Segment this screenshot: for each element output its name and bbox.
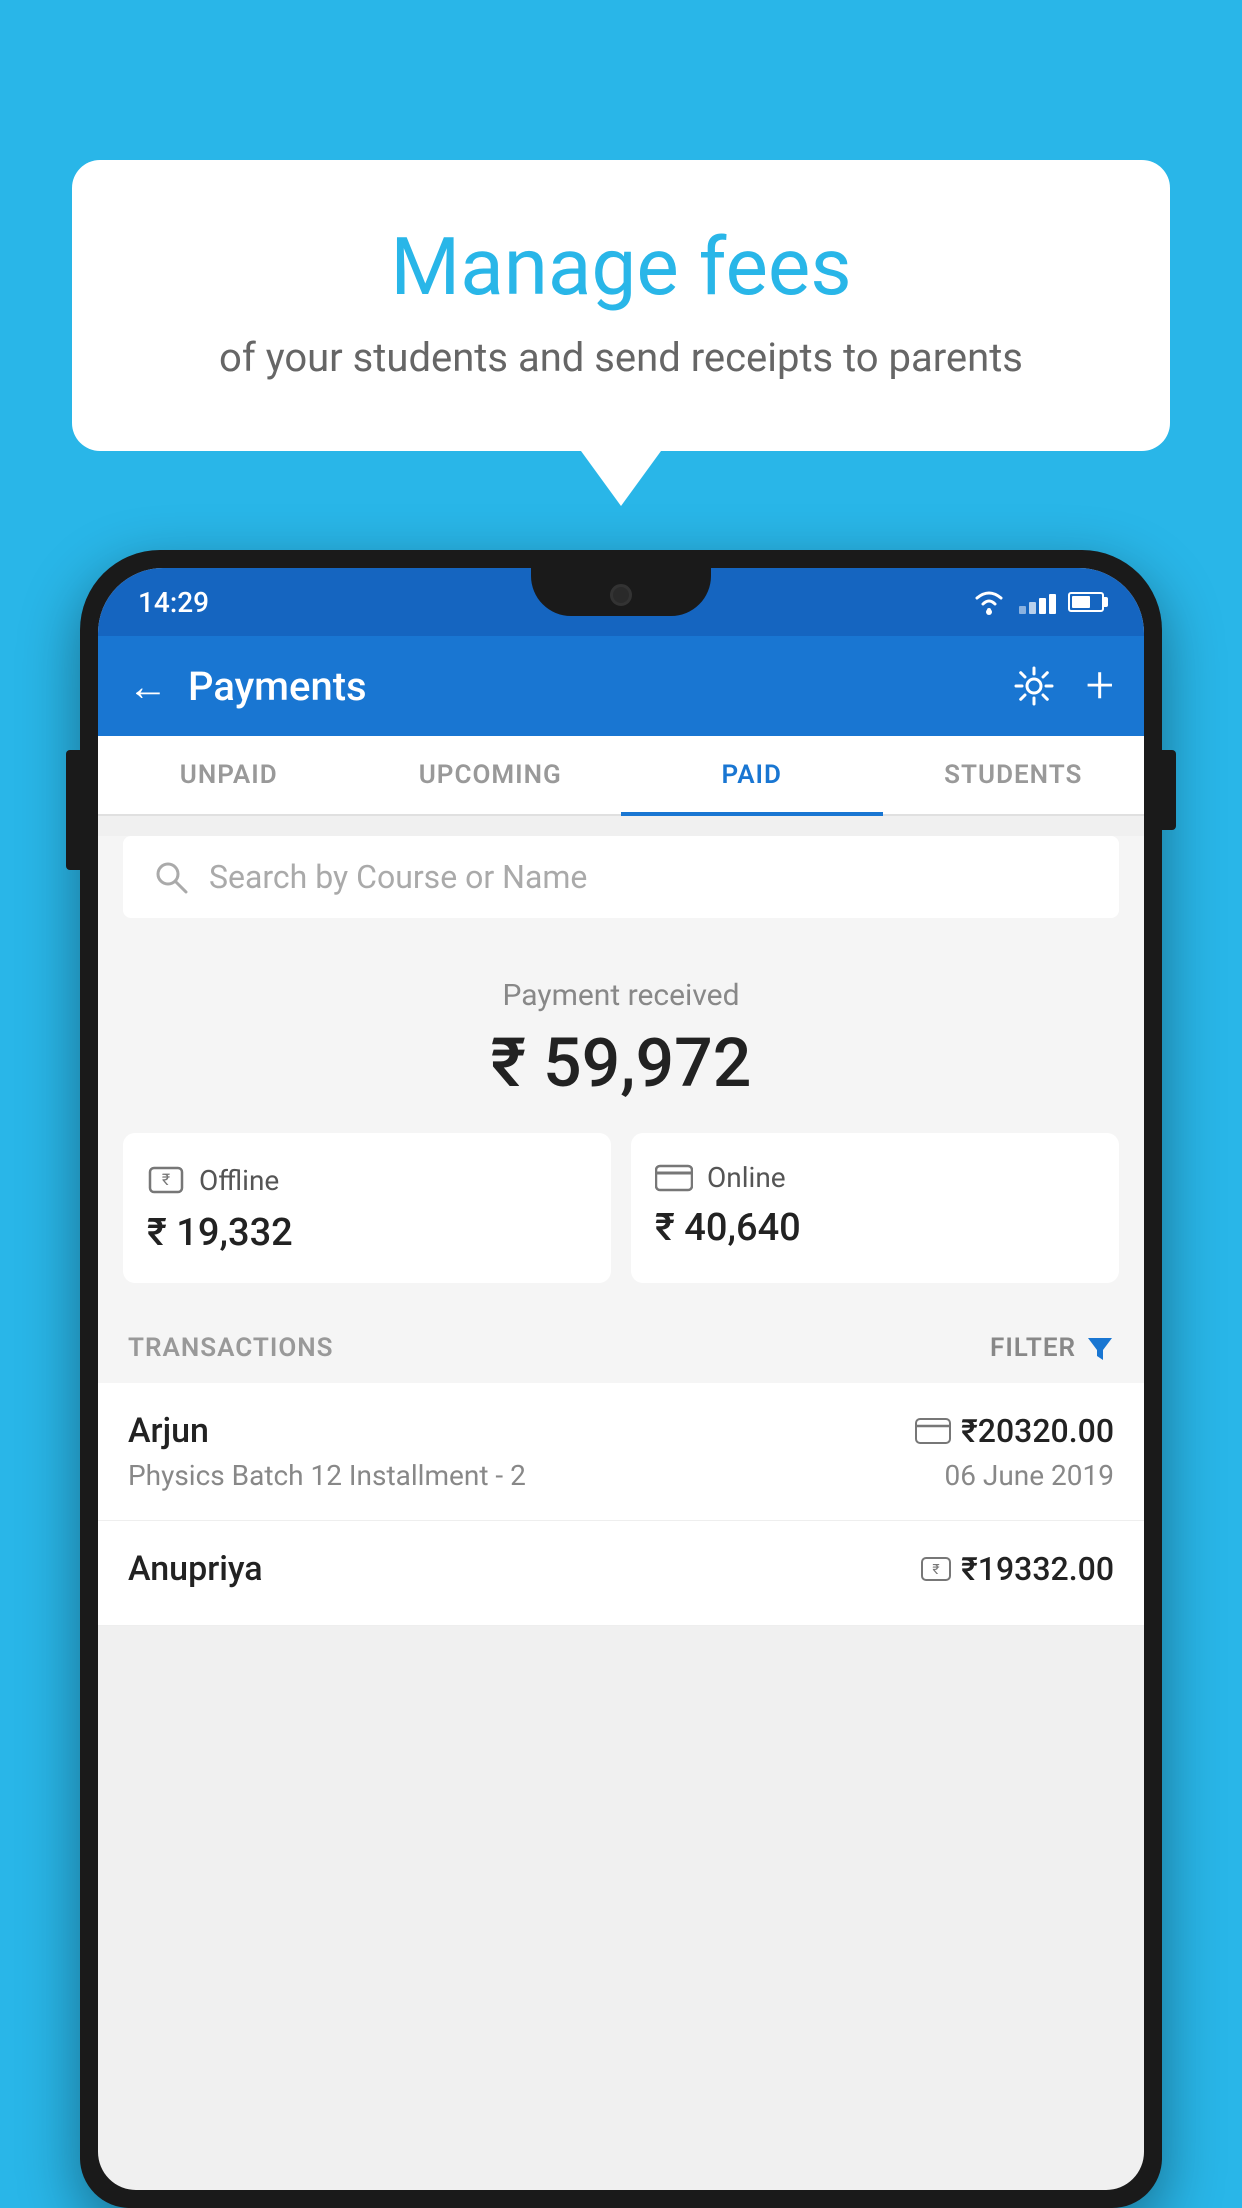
transaction-row[interactable]: Anupriya ₹ ₹19332.00: [98, 1521, 1144, 1626]
online-payment-card: Online ₹ 40,640: [631, 1133, 1119, 1283]
settings-icon[interactable]: [1012, 664, 1056, 708]
tab-unpaid[interactable]: UNPAID: [98, 736, 360, 814]
speech-bubble-subtitle: of your students and send receipts to pa…: [152, 334, 1090, 381]
phone-outer: 14:29: [80, 550, 1162, 2208]
tab-upcoming[interactable]: UPCOMING: [360, 736, 622, 814]
transactions-header: TRANSACTIONS FILTER: [98, 1313, 1144, 1383]
online-label: Online: [707, 1161, 786, 1194]
speech-bubble: Manage fees of your students and send re…: [72, 160, 1170, 451]
online-card-header: Online: [655, 1161, 1095, 1194]
speech-bubble-title: Manage fees: [152, 220, 1090, 314]
offline-card-header: ₹ Offline: [147, 1161, 587, 1199]
add-payment-button[interactable]: +: [1086, 661, 1114, 711]
offline-amount: ₹ 19,332: [147, 1211, 587, 1255]
back-button[interactable]: ←: [128, 663, 168, 710]
filter-label: FILTER: [990, 1333, 1076, 1363]
svg-text:₹: ₹: [932, 1562, 939, 1578]
payment-received-section: Payment received ₹ 59,972: [98, 938, 1144, 1133]
transaction-amount: ₹20320.00: [961, 1412, 1114, 1450]
app-bar-actions: +: [1012, 661, 1114, 711]
offline-label: Offline: [199, 1164, 279, 1197]
transaction-name: Anupriya: [128, 1549, 263, 1589]
online-amount: ₹ 40,640: [655, 1206, 1095, 1250]
phone-wrapper: 14:29: [80, 550, 1162, 2208]
transaction-course: Physics Batch 12 Installment - 2: [128, 1459, 526, 1492]
svg-text:₹: ₹: [162, 1170, 170, 1189]
offline-payment-card: ₹ Offline ₹ 19,332: [123, 1133, 611, 1283]
tabs-bar: UNPAID UPCOMING PAID STUDENTS: [98, 736, 1144, 816]
transaction-amount: ₹19332.00: [961, 1550, 1114, 1588]
offline-payment-icon: ₹: [147, 1161, 185, 1199]
tab-paid[interactable]: PAID: [621, 736, 883, 814]
speech-bubble-arrow: [581, 451, 661, 506]
search-bar[interactable]: Search by Course or Name: [123, 836, 1119, 918]
transaction-date: 06 June 2019: [944, 1459, 1114, 1492]
transaction-amount-container: ₹20320.00: [915, 1412, 1114, 1450]
search-icon: [153, 859, 189, 895]
rupee-payment-icon: ₹: [921, 1554, 951, 1584]
payment-received-amount: ₹ 59,972: [118, 1023, 1124, 1103]
transactions-label: TRANSACTIONS: [128, 1333, 334, 1363]
front-camera: [610, 584, 632, 606]
battery-icon: [1068, 592, 1104, 612]
filter-button[interactable]: FILTER: [990, 1333, 1114, 1363]
app-bar: ← Payments +: [98, 636, 1144, 736]
payment-received-label: Payment received: [118, 978, 1124, 1013]
search-input[interactable]: Search by Course or Name: [209, 858, 587, 896]
status-icons: [971, 588, 1104, 616]
phone-notch: [531, 568, 711, 616]
payment-cards: ₹ Offline ₹ 19,332: [98, 1133, 1144, 1313]
wifi-icon: [971, 588, 1007, 616]
content-area: Search by Course or Name Payment receive…: [98, 836, 1144, 1626]
phone-screen: 14:29: [98, 568, 1144, 2190]
transaction-row[interactable]: Arjun ₹20320.00 Physics Batch 12 Install…: [98, 1383, 1144, 1521]
status-time: 14:29: [138, 586, 209, 619]
speech-bubble-wrapper: Manage fees of your students and send re…: [72, 160, 1170, 506]
filter-icon: [1086, 1334, 1114, 1362]
online-payment-icon: [655, 1164, 693, 1192]
tab-students[interactable]: STUDENTS: [883, 736, 1145, 814]
transaction-amount-container: ₹ ₹19332.00: [921, 1550, 1114, 1588]
card-payment-icon: [915, 1418, 951, 1444]
signal-icon: [1019, 590, 1056, 614]
transaction-name: Arjun: [128, 1411, 209, 1451]
app-bar-title: Payments: [188, 663, 1012, 710]
